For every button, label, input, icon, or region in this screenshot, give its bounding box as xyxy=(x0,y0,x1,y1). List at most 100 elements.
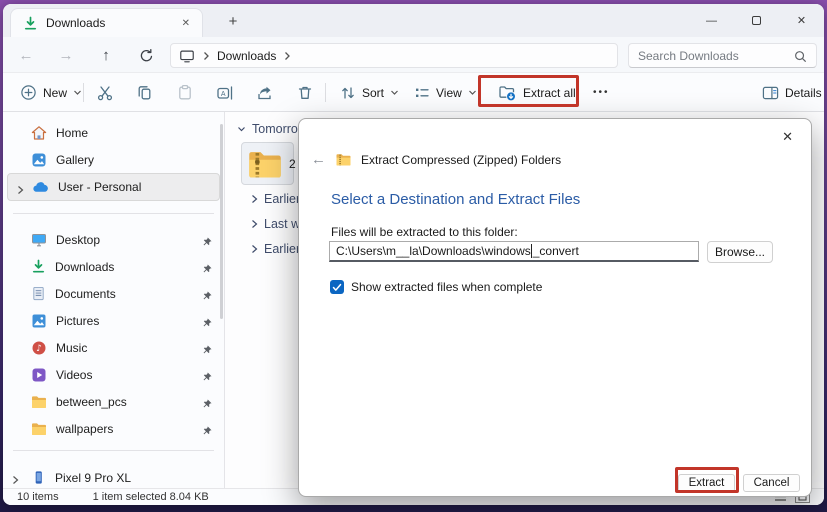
tab-downloads[interactable]: Downloads ✕ xyxy=(10,8,203,37)
chevron-right-icon xyxy=(17,182,24,196)
pin-icon xyxy=(202,234,213,248)
annotation-box-extract xyxy=(675,467,739,493)
sidebar-item-label: User - Personal xyxy=(58,180,141,194)
trash-icon xyxy=(296,84,314,102)
sidebar-scrollbar[interactable] xyxy=(220,124,223,319)
svg-text:A: A xyxy=(221,90,226,97)
refresh-button[interactable] xyxy=(133,43,159,67)
details-button[interactable]: Details xyxy=(755,79,824,106)
annotation-box-extract-all xyxy=(478,75,579,107)
svg-text:♪: ♪ xyxy=(36,344,42,354)
sidebar-divider xyxy=(13,213,214,214)
chevron-right-icon xyxy=(202,49,210,63)
items-count: 10 items xyxy=(17,491,59,503)
chevron-down-icon xyxy=(468,89,477,96)
documents-icon xyxy=(31,286,46,301)
tab-close-icon[interactable]: ✕ xyxy=(178,16,194,31)
sidebar-item-user-personal[interactable]: User - Personal xyxy=(7,173,220,201)
group-header-tomorrow[interactable]: Tomorrow xyxy=(237,122,307,136)
details-pane-icon xyxy=(762,85,779,101)
breadcrumb-downloads[interactable]: Downloads xyxy=(217,49,276,63)
view-button[interactable]: View xyxy=(407,79,484,106)
pin-icon xyxy=(202,288,213,302)
sidebar-item-between-pcs[interactable]: between_pcs xyxy=(3,388,224,415)
dialog-back-icon[interactable]: ← xyxy=(311,151,326,168)
sidebar-item-documents[interactable]: Documents xyxy=(3,280,224,307)
rename-button[interactable]: A xyxy=(209,79,241,106)
dialog-title: Extract Compressed (Zipped) Folders xyxy=(361,153,561,167)
search-input[interactable]: Search Downloads xyxy=(628,43,817,68)
sidebar-item-label: Home xyxy=(56,126,88,140)
pin-icon xyxy=(202,369,213,383)
zip-file-tile[interactable]: 2 xyxy=(241,142,294,185)
sidebar-item-pictures[interactable]: Pictures xyxy=(3,307,224,334)
chevron-right-icon xyxy=(12,472,19,486)
rename-icon: A xyxy=(216,84,234,102)
sidebar-item-wallpapers[interactable]: wallpapers xyxy=(3,415,224,442)
forward-button[interactable]: → xyxy=(53,43,79,67)
command-toolbar: New A Sort View xyxy=(3,73,824,112)
gallery-icon xyxy=(31,152,47,168)
sidebar-item-downloads[interactable]: Downloads xyxy=(3,253,224,280)
zip-folder-icon xyxy=(335,152,352,167)
sort-label: Sort xyxy=(362,86,384,100)
file-name-fragment: 2 xyxy=(289,157,296,171)
pin-icon xyxy=(202,342,213,356)
up-button[interactable]: ↑ xyxy=(93,43,119,67)
sort-button[interactable]: Sort xyxy=(333,79,406,106)
sidebar-item-desktop[interactable]: Desktop xyxy=(3,226,224,253)
checkbox-checked-icon[interactable] xyxy=(330,280,344,294)
cancel-button[interactable]: Cancel xyxy=(743,474,800,492)
selection-info: 1 item selected 8.04 KB xyxy=(93,491,209,503)
paste-button[interactable] xyxy=(169,79,201,106)
share-button[interactable] xyxy=(249,79,281,106)
browse-button[interactable]: Browse... xyxy=(707,241,773,263)
cut-button[interactable] xyxy=(89,79,121,106)
destination-path-input[interactable]: C:\Users\m__la\Downloads\windows_convert xyxy=(329,241,699,262)
checkbox-label: Show extracted files when complete xyxy=(351,280,542,294)
back-button[interactable]: ← xyxy=(13,43,39,67)
new-tab-button[interactable]: + xyxy=(221,10,245,34)
maximize-button[interactable] xyxy=(734,4,779,37)
delete-button[interactable] xyxy=(289,79,321,106)
chevron-down-icon xyxy=(390,89,399,96)
window-controls: — ✕ xyxy=(689,4,824,37)
sidebar-item-label: wallpapers xyxy=(56,422,113,436)
close-button[interactable]: ✕ xyxy=(779,4,824,37)
sidebar-item-videos[interactable]: Videos xyxy=(3,361,224,388)
clipboard-icon xyxy=(176,84,194,102)
navigation-pane: Home Gallery User - Personal Desktop Dow… xyxy=(3,112,225,488)
address-bar[interactable]: Downloads xyxy=(170,43,618,68)
view-label: View xyxy=(436,86,462,100)
downloads-icon xyxy=(31,259,46,274)
search-icon xyxy=(794,48,807,62)
sidebar-divider xyxy=(13,450,214,451)
minimize-button[interactable]: — xyxy=(689,4,734,37)
show-files-checkbox-row[interactable]: Show extracted files when complete xyxy=(330,280,542,294)
dialog-heading: Select a Destination and Extract Files xyxy=(331,191,580,208)
folder-icon xyxy=(31,421,47,437)
sidebar-item-gallery[interactable]: Gallery xyxy=(3,146,224,173)
pin-icon xyxy=(202,261,213,275)
path-text-after-caret: _convert xyxy=(533,244,579,258)
folder-icon xyxy=(31,394,47,410)
copy-button[interactable] xyxy=(129,79,161,106)
sidebar-item-music[interactable]: ♪ Music xyxy=(3,334,224,361)
tab-title: Downloads xyxy=(46,16,170,30)
pin-icon xyxy=(202,423,213,437)
sidebar-item-home[interactable]: Home xyxy=(3,119,224,146)
onedrive-cloud-icon xyxy=(32,180,49,195)
sidebar-item-pixel-9-pro-xl[interactable]: Pixel 9 Pro XL xyxy=(3,464,224,488)
chevron-right-icon xyxy=(251,194,258,204)
dialog-close-icon[interactable]: ✕ xyxy=(778,127,797,147)
chevron-down-icon xyxy=(73,89,82,96)
pictures-icon xyxy=(31,313,47,329)
desktop-icon xyxy=(31,232,47,248)
more-options-button[interactable]: ••• xyxy=(586,79,617,106)
sidebar-item-label: Pixel 9 Pro XL xyxy=(55,471,131,485)
videos-icon xyxy=(31,367,47,383)
new-button[interactable]: New xyxy=(13,79,89,106)
download-icon xyxy=(23,15,38,30)
path-text-before-caret: C:\Users\m__la\Downloads\windows xyxy=(336,244,531,258)
sidebar-item-label: Desktop xyxy=(56,233,100,247)
